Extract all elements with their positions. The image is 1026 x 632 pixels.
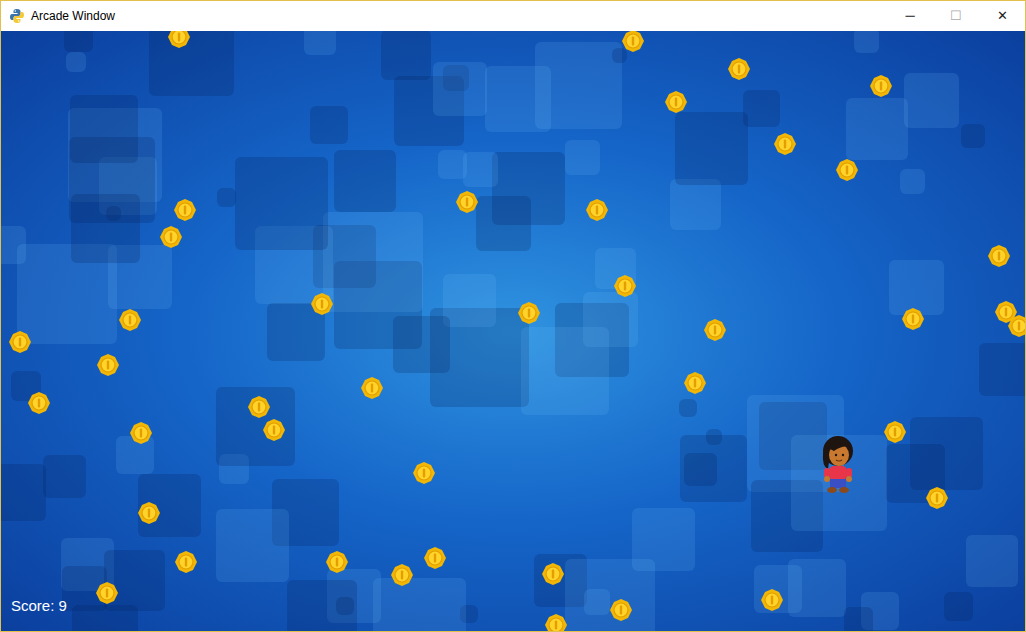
coin-icon <box>988 245 1010 267</box>
score-label: Score: 9 <box>11 598 67 613</box>
background <box>1 31 1025 631</box>
background-square <box>854 31 879 53</box>
coin-icon <box>870 75 892 97</box>
background-square <box>900 169 925 194</box>
coin-icon <box>586 199 608 221</box>
background-square <box>106 206 121 221</box>
coin-icon <box>902 308 924 330</box>
coin-icon <box>413 462 435 484</box>
coin-icon <box>168 31 190 48</box>
coin-icon <box>9 331 31 353</box>
background-square <box>310 106 348 144</box>
background-square <box>680 435 747 502</box>
background-square <box>235 157 328 250</box>
coin-icon <box>160 226 182 248</box>
arcade-window: Arcade Window ─☐✕ <box>0 0 1026 632</box>
background-square <box>443 274 496 327</box>
window-controls: ─☐✕ <box>887 1 1025 31</box>
background-square <box>670 179 721 230</box>
coin-icon <box>311 293 333 315</box>
background-square <box>104 550 165 611</box>
background-square <box>71 194 140 263</box>
title-bar: Arcade Window ─☐✕ <box>1 1 1025 31</box>
background-square <box>116 436 154 474</box>
coin-icon <box>175 551 197 573</box>
coin-icon <box>836 159 858 181</box>
background-square <box>217 188 236 207</box>
coin-icon <box>138 502 160 524</box>
background-square <box>304 31 336 55</box>
background-square <box>66 52 86 72</box>
background-square <box>565 140 600 175</box>
background-square <box>393 316 450 373</box>
coin-icon <box>774 133 796 155</box>
coin-icon <box>761 589 783 611</box>
background-square <box>521 327 609 415</box>
background-square <box>463 152 498 187</box>
background-square <box>612 48 627 63</box>
coin-icon <box>610 599 632 621</box>
background-square <box>64 31 93 52</box>
coin-icon <box>684 372 706 394</box>
background-square <box>149 31 234 96</box>
background-square <box>373 578 466 631</box>
background-square <box>675 112 748 185</box>
background-square <box>433 62 487 116</box>
background-square <box>979 343 1025 396</box>
coin-icon <box>622 31 644 52</box>
background-square <box>323 212 423 312</box>
coin-icon <box>1008 315 1025 337</box>
minimize-button[interactable]: ─ <box>887 1 933 31</box>
background-square <box>961 124 985 148</box>
background-square <box>70 95 138 163</box>
background-square <box>334 150 396 212</box>
coin-icon <box>361 377 383 399</box>
background-square <box>485 66 551 132</box>
coin-icon <box>97 354 119 376</box>
coin-icon <box>424 547 446 569</box>
maximize-button[interactable]: ☐ <box>933 1 979 31</box>
background-square <box>944 592 973 621</box>
background-square <box>743 90 780 127</box>
coin-icon <box>614 275 636 297</box>
coin-icon <box>326 551 348 573</box>
player-sprite <box>816 431 860 495</box>
coin-layer <box>1 31 1025 631</box>
background-square <box>216 509 289 582</box>
coin-icon <box>28 392 50 414</box>
coin-icon <box>542 563 564 585</box>
coin-icon <box>130 422 152 444</box>
coin-icon <box>391 564 413 586</box>
close-button[interactable]: ✕ <box>979 1 1025 31</box>
background-square <box>1 464 46 521</box>
background-square <box>565 559 655 631</box>
coin-icon <box>456 191 478 213</box>
coin-icon <box>518 302 540 324</box>
background-square <box>904 73 959 128</box>
background-square <box>846 98 908 160</box>
background-square <box>844 607 873 631</box>
game-canvas[interactable]: Score: 9 <box>1 31 1025 631</box>
coin-icon <box>884 421 906 443</box>
coin-icon <box>704 319 726 341</box>
coin-icon <box>545 614 567 631</box>
python-icon <box>9 8 25 24</box>
coin-icon <box>96 582 118 604</box>
background-square <box>966 535 1018 587</box>
coin-icon <box>248 396 270 418</box>
coin-icon <box>263 419 285 441</box>
window-title: Arcade Window <box>31 7 115 25</box>
background-square <box>476 196 531 251</box>
background-square <box>679 399 697 417</box>
coin-icon <box>174 199 196 221</box>
coin-icon <box>119 309 141 331</box>
coin-icon <box>665 91 687 113</box>
coin-icon <box>728 58 750 80</box>
background-square <box>889 260 944 315</box>
coin-icon <box>926 487 948 509</box>
background-square <box>287 580 357 631</box>
background-square <box>381 31 431 80</box>
background-square <box>43 455 86 498</box>
